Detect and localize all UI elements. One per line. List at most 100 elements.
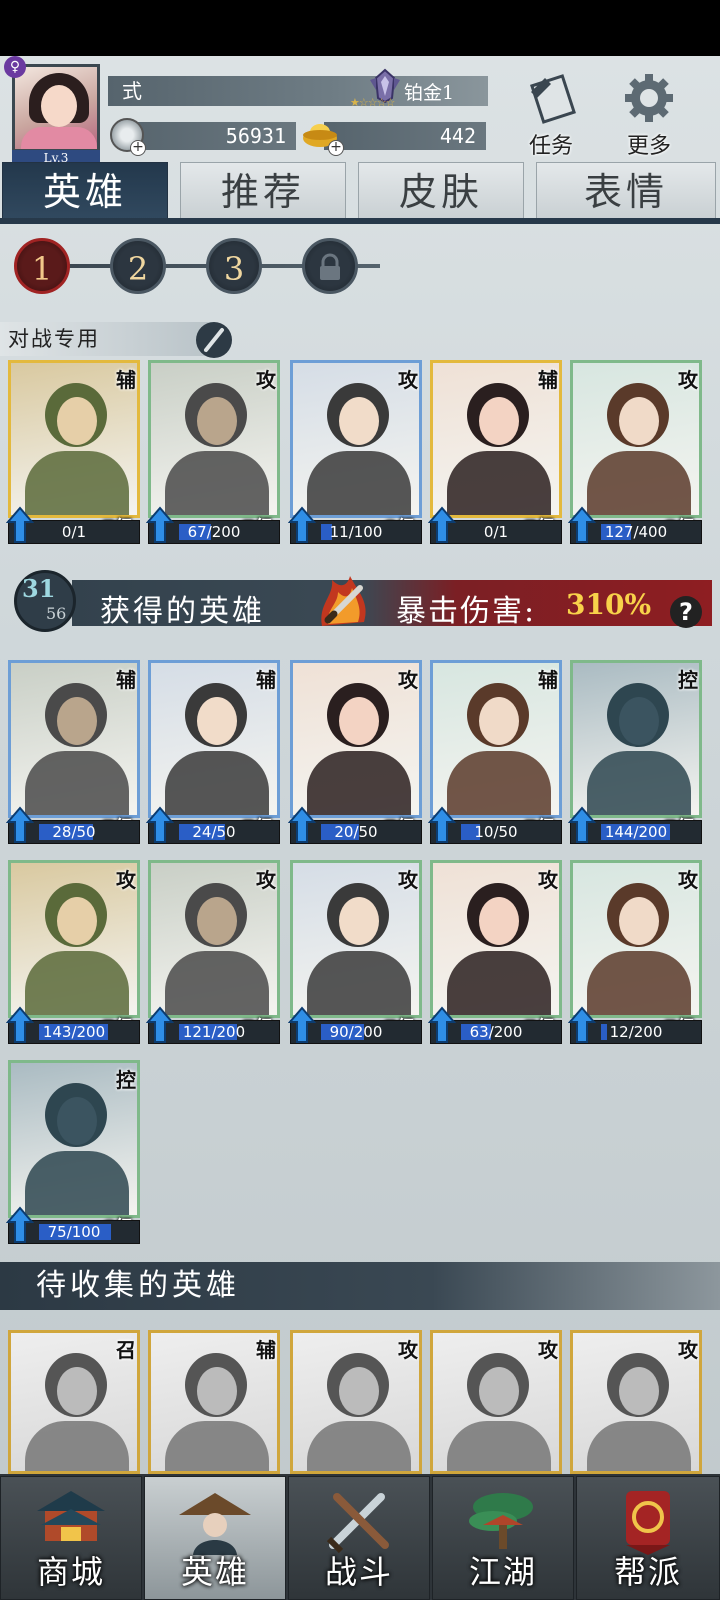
upgrade-arrow-icon[interactable]	[288, 1006, 316, 1044]
gear-icon	[625, 74, 673, 122]
hero-card[interactable]: 攻7级20/50	[288, 660, 422, 844]
hero-role: 攻	[398, 868, 418, 892]
collected-title: 获得的英雄	[100, 594, 265, 629]
upgrade-arrow-icon[interactable]	[568, 806, 596, 844]
hero-card[interactable]: 辅7级28/50	[6, 660, 140, 844]
tab-underline	[0, 218, 720, 224]
status-bar	[0, 0, 720, 56]
upgrade-arrow-icon[interactable]	[6, 506, 34, 544]
hero-card[interactable]: 召	[8, 1330, 140, 1474]
more-button[interactable]: 更多	[614, 72, 684, 162]
hero-card[interactable]: 攻	[290, 1330, 422, 1474]
upgrade-arrow-icon[interactable]	[146, 806, 174, 844]
upgrade-arrow-icon[interactable]	[6, 1006, 34, 1044]
shop-building-icon	[37, 1491, 105, 1541]
player-avatar[interactable]	[12, 64, 100, 152]
gold-ingot-icon[interactable]: +	[300, 118, 344, 156]
hero-card[interactable]: 辅	[148, 1330, 280, 1474]
upgrade-arrow-icon[interactable]	[6, 806, 34, 844]
collected-owned-count: 31	[22, 574, 56, 603]
add-silver-icon[interactable]: +	[130, 140, 146, 156]
page-1-button[interactable]: 1	[14, 238, 70, 294]
hero-card[interactable]: 攻7级67/200	[146, 360, 280, 544]
lock-icon	[320, 253, 340, 280]
silver-amount: 56931	[120, 122, 296, 150]
page-2-button[interactable]: 2	[110, 238, 166, 294]
nav-shop-label: 商城	[36, 1553, 105, 1591]
uncollected-title: 待收集的英雄	[0, 1262, 720, 1310]
battle-section-label: 对战专用	[0, 322, 214, 356]
collected-total-count: 56	[46, 604, 67, 623]
nav-guild-label: 帮派	[613, 1553, 682, 1591]
hero-card[interactable]: 攻7级90/200	[288, 860, 422, 1044]
silver-coin-icon[interactable]: +	[110, 118, 146, 156]
hero-role: 攻	[116, 868, 136, 892]
tab-skins[interactable]: 皮肤	[358, 162, 524, 220]
help-button[interactable]: ?	[670, 596, 702, 628]
upgrade-arrow-icon[interactable]	[428, 506, 456, 544]
page-3-button[interactable]: 3	[206, 238, 262, 294]
hero-role: 控	[116, 1068, 136, 1092]
hero-role: 攻	[538, 1338, 558, 1362]
nav-heroes-label: 英雄	[180, 1553, 249, 1591]
upgrade-arrow-icon[interactable]	[288, 806, 316, 844]
tab-emotes[interactable]: 表情	[536, 162, 716, 220]
gold-amount: 442	[324, 122, 486, 150]
guild-banner-icon	[626, 1491, 670, 1555]
hero-card[interactable]: 辅7级0/1	[6, 360, 140, 544]
hero-card[interactable]: 辅7级0/1	[428, 360, 562, 544]
nav-shop[interactable]: 商城	[0, 1476, 142, 1600]
tasks-button[interactable]: 任务	[516, 72, 586, 162]
rank-stars: ★☆☆☆☆	[350, 96, 395, 109]
crit-bonus-label: 暴击伤害:	[396, 594, 537, 629]
tasks-label: 任务	[528, 134, 573, 159]
more-label: 更多	[626, 134, 671, 159]
hero-card[interactable]: 攻	[570, 1330, 702, 1474]
hero-role: 攻	[256, 368, 276, 392]
upgrade-arrow-icon[interactable]	[568, 1006, 596, 1044]
tab-recommended[interactable]: 推荐	[180, 162, 346, 220]
page-locked-button[interactable]	[302, 238, 358, 294]
hero-card[interactable]: 攻8级11/100	[288, 360, 422, 544]
hero-role: 攻	[678, 1338, 698, 1362]
hero-card[interactable]: 攻	[430, 1330, 562, 1474]
hero-role: 攻	[678, 868, 698, 892]
hero-role: 辅	[116, 368, 136, 392]
hero-card[interactable]: 辅7级24/50	[146, 660, 280, 844]
tab-heroes[interactable]: 英雄	[2, 162, 168, 220]
hero-card[interactable]: 攻7级12/200	[568, 860, 702, 1044]
upgrade-arrow-icon[interactable]	[6, 1206, 34, 1244]
hero-role: 辅	[256, 668, 276, 692]
upgrade-arrow-icon[interactable]	[428, 1006, 456, 1044]
hero-card[interactable]: 控7级144/200	[568, 660, 702, 844]
nav-guild[interactable]: 帮派	[576, 1476, 720, 1600]
nav-heroes[interactable]: 英雄	[144, 1476, 286, 1600]
upgrade-arrow-icon[interactable]	[568, 506, 596, 544]
hero-card[interactable]: 攻7级143/200	[6, 860, 140, 1044]
hero-card[interactable]: 攻7级63/200	[428, 860, 562, 1044]
hero-card[interactable]: 攻7级121/200	[146, 860, 280, 1044]
hero-card[interactable]: 控6级75/100	[6, 1060, 140, 1244]
hero-role: 辅	[256, 1338, 276, 1362]
nav-battle[interactable]: 战斗	[288, 1476, 430, 1600]
hero-role: 控	[678, 668, 698, 692]
nav-jianghu[interactable]: 江湖	[432, 1476, 574, 1600]
hero-role: 辅	[116, 668, 136, 692]
hero-role: 攻	[538, 868, 558, 892]
upgrade-arrow-icon[interactable]	[146, 1006, 174, 1044]
upgrade-arrow-icon[interactable]	[428, 806, 456, 844]
hero-role: 攻	[256, 868, 276, 892]
straw-hat-hero-icon	[179, 1493, 251, 1555]
hero-card[interactable]: 辅7级10/50	[428, 660, 562, 844]
hero-card[interactable]: 攻8级127/400	[568, 360, 702, 544]
add-gold-icon[interactable]: +	[328, 140, 344, 156]
brush-icon	[204, 328, 224, 352]
pine-tree-icon	[469, 1493, 533, 1549]
hero-role: 攻	[398, 668, 418, 692]
upgrade-arrow-icon[interactable]	[146, 506, 174, 544]
nav-battle-label: 战斗	[324, 1553, 393, 1591]
edit-lineup-button[interactable]	[196, 322, 232, 358]
crit-bonus-value: 310%	[566, 588, 652, 621]
rank-label: 铂金1	[404, 82, 455, 104]
upgrade-arrow-icon[interactable]	[288, 506, 316, 544]
